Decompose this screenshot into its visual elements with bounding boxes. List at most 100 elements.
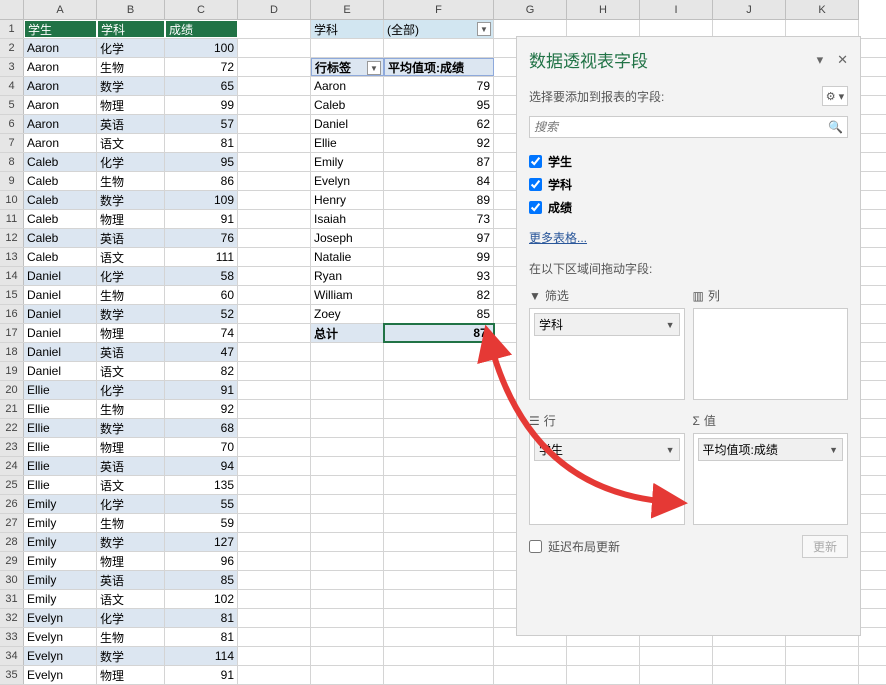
field-item[interactable]: 成绩 xyxy=(529,196,848,219)
row-header[interactable]: 25 xyxy=(0,476,24,494)
cell[interactable]: 93 xyxy=(384,267,494,285)
cell[interactable]: 数学 xyxy=(97,191,165,209)
cell[interactable]: 语文 xyxy=(97,248,165,266)
cell[interactable] xyxy=(238,419,311,437)
search-input[interactable] xyxy=(534,120,828,134)
cell[interactable]: 物理 xyxy=(97,552,165,570)
cell[interactable]: 化学 xyxy=(97,381,165,399)
columns-area[interactable] xyxy=(693,308,849,400)
cell[interactable]: Daniel xyxy=(311,115,384,133)
row-header[interactable]: 10 xyxy=(0,191,24,209)
cell[interactable] xyxy=(640,666,713,684)
cell[interactable]: Emily xyxy=(24,571,97,589)
cell[interactable]: 91 xyxy=(165,381,238,399)
cell[interactable] xyxy=(238,590,311,608)
cell[interactable]: Ellie xyxy=(24,476,97,494)
cell[interactable]: 114 xyxy=(165,647,238,665)
cell[interactable]: Daniel xyxy=(24,267,97,285)
row-header[interactable]: 6 xyxy=(0,115,24,133)
cell[interactable] xyxy=(238,191,311,209)
col-header-c[interactable]: C xyxy=(165,0,238,20)
row-header[interactable]: 7 xyxy=(0,134,24,152)
row-header[interactable]: 30 xyxy=(0,571,24,589)
cell[interactable]: 95 xyxy=(165,153,238,171)
cell[interactable]: Evelyn xyxy=(24,666,97,684)
cell[interactable]: 学科 xyxy=(311,20,384,38)
row-header[interactable]: 16 xyxy=(0,305,24,323)
cell[interactable]: 60 xyxy=(165,286,238,304)
cell[interactable]: Daniel xyxy=(24,362,97,380)
cell[interactable]: 99 xyxy=(384,248,494,266)
close-icon[interactable]: ✕ xyxy=(837,52,848,68)
cell[interactable]: 英语 xyxy=(97,571,165,589)
cell[interactable] xyxy=(384,609,494,627)
rows-area-item[interactable]: 学生▼ xyxy=(534,438,680,461)
cell[interactable]: Caleb xyxy=(24,153,97,171)
filter-area[interactable]: 学科▼ xyxy=(529,308,685,400)
cell[interactable]: Ellie xyxy=(24,381,97,399)
cell[interactable]: Evelyn xyxy=(311,172,384,190)
cell[interactable] xyxy=(238,96,311,114)
row-header[interactable]: 8 xyxy=(0,153,24,171)
cell[interactable] xyxy=(567,666,640,684)
cell[interactable]: Caleb xyxy=(24,229,97,247)
cell[interactable] xyxy=(786,647,859,665)
rows-area[interactable]: 学生▼ xyxy=(529,433,685,525)
more-tables-link[interactable]: 更多表格... xyxy=(517,225,860,250)
cell[interactable]: 生物 xyxy=(97,58,165,76)
cell[interactable]: Emily xyxy=(24,590,97,608)
cell[interactable] xyxy=(494,647,567,665)
cell[interactable]: Emily xyxy=(24,552,97,570)
cell[interactable]: 英语 xyxy=(97,343,165,361)
cell[interactable]: 97 xyxy=(384,229,494,247)
row-header[interactable]: 2 xyxy=(0,39,24,57)
cell[interactable]: 英语 xyxy=(97,229,165,247)
update-button[interactable]: 更新 xyxy=(802,535,848,558)
cell[interactable]: 68 xyxy=(165,419,238,437)
cell[interactable]: 总计 xyxy=(311,324,384,342)
cell[interactable]: Evelyn xyxy=(24,647,97,665)
col-header-a[interactable]: A xyxy=(24,0,97,20)
cell[interactable] xyxy=(238,153,311,171)
cell[interactable]: Ellie xyxy=(24,400,97,418)
row-header[interactable]: 24 xyxy=(0,457,24,475)
cell[interactable]: 84 xyxy=(384,172,494,190)
cell[interactable]: 100 xyxy=(165,39,238,57)
cell[interactable]: 化学 xyxy=(97,39,165,57)
row-header[interactable]: 34 xyxy=(0,647,24,665)
cell[interactable]: 135 xyxy=(165,476,238,494)
cell[interactable] xyxy=(238,457,311,475)
cell[interactable] xyxy=(384,571,494,589)
cell[interactable] xyxy=(311,39,384,57)
cell[interactable] xyxy=(238,400,311,418)
cell[interactable] xyxy=(238,229,311,247)
row-header[interactable]: 20 xyxy=(0,381,24,399)
cell[interactable]: Evelyn xyxy=(24,628,97,646)
cell[interactable]: (全部)▼ xyxy=(384,20,494,38)
cell[interactable] xyxy=(567,647,640,665)
row-header[interactable]: 27 xyxy=(0,514,24,532)
cell[interactable]: 55 xyxy=(165,495,238,513)
row-header[interactable]: 31 xyxy=(0,590,24,608)
cell[interactable] xyxy=(238,666,311,684)
cell[interactable] xyxy=(384,647,494,665)
cell[interactable] xyxy=(238,172,311,190)
cell[interactable]: 成绩 xyxy=(165,20,238,38)
cell[interactable] xyxy=(311,571,384,589)
row-header[interactable]: 12 xyxy=(0,229,24,247)
cell[interactable]: 85 xyxy=(165,571,238,589)
cell[interactable] xyxy=(311,533,384,551)
cell[interactable] xyxy=(384,514,494,532)
cell[interactable]: 化学 xyxy=(97,153,165,171)
cell[interactable] xyxy=(384,552,494,570)
cell[interactable]: 数学 xyxy=(97,419,165,437)
cell[interactable]: William xyxy=(311,286,384,304)
cell[interactable] xyxy=(311,647,384,665)
cell[interactable]: 102 xyxy=(165,590,238,608)
cell[interactable]: 92 xyxy=(384,134,494,152)
cell[interactable] xyxy=(238,628,311,646)
cell[interactable]: 86 xyxy=(165,172,238,190)
cell[interactable] xyxy=(384,39,494,57)
cell[interactable]: 81 xyxy=(165,134,238,152)
cell[interactable]: Aaron xyxy=(24,96,97,114)
